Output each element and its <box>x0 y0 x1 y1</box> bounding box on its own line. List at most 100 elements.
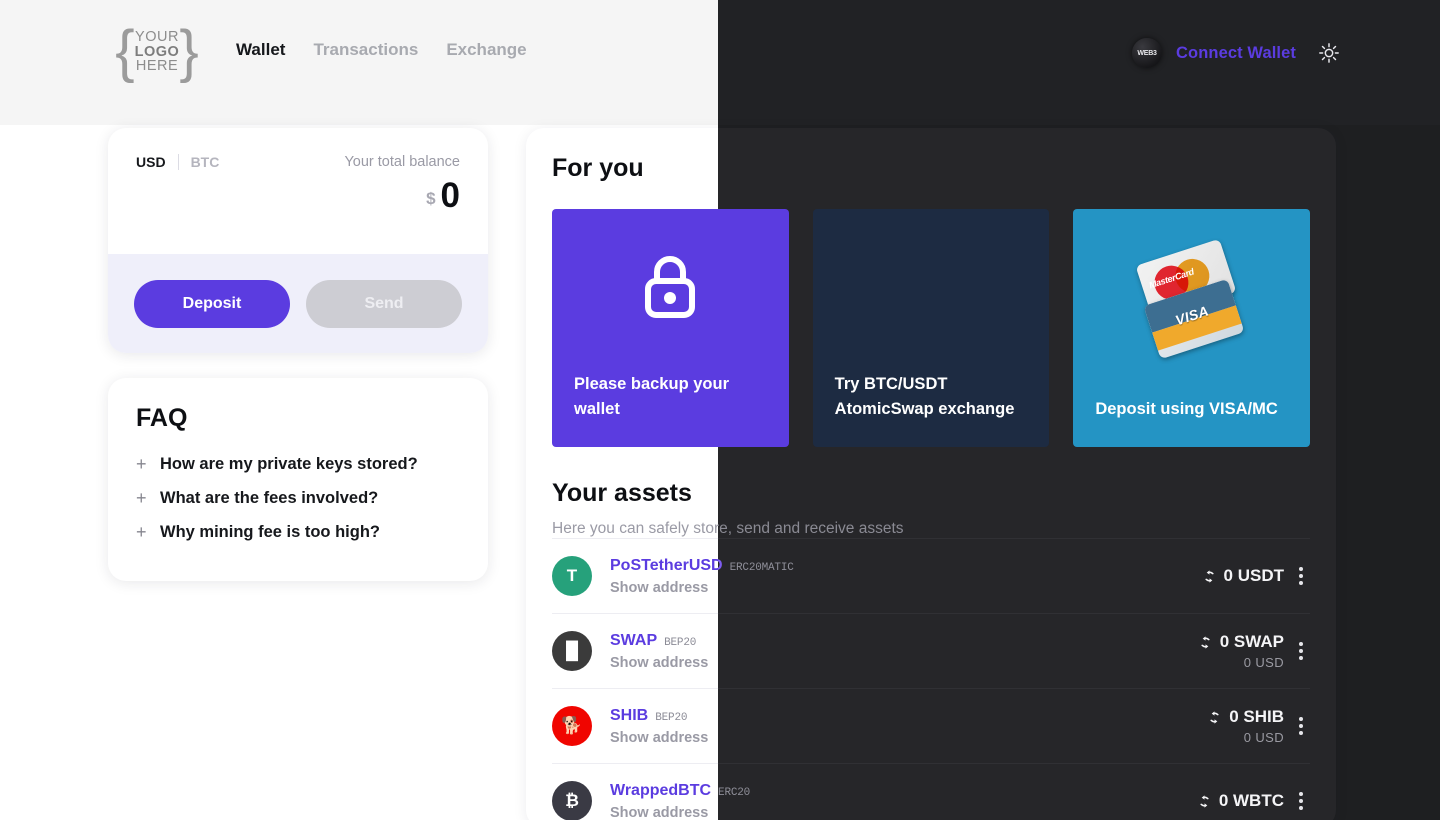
logo-brace-right: } <box>179 19 199 84</box>
refresh-icon[interactable] <box>1202 569 1217 584</box>
asset-fiat-value: 0 USD <box>1243 655 1284 670</box>
show-address-link[interactable]: Show address <box>610 655 708 671</box>
swap-coin-icon: ▐▌ <box>552 631 592 671</box>
row-menu-button[interactable] <box>1292 567 1310 585</box>
balance-card-actions: Deposit Send <box>108 254 488 353</box>
main-nav: Wallet Transactions Exchange <box>236 40 527 60</box>
asset-info: WrappedBTC ERC20 Show address <box>718 782 750 820</box>
asset-amount: 0 SHIB <box>1229 707 1284 726</box>
shiba-coin-icon: 🐕 <box>552 706 592 746</box>
asset-info: SWAP BEP20 Show address <box>610 632 708 671</box>
nav-item-wallet[interactable]: Wallet <box>236 40 285 60</box>
row-menu-button[interactable] <box>1292 642 1310 660</box>
currency-option-btc[interactable]: BTC <box>191 154 220 170</box>
asset-name: PoSTetherUSD <box>610 556 723 574</box>
faq-item-label: What are the fees involved? <box>160 488 379 507</box>
assets-subtitle: Here you can safely store, send and rece… <box>718 520 904 537</box>
balance-card-top: USD BTC Your total balance $ 0 <box>108 128 488 254</box>
sun-icon[interactable] <box>1318 42 1340 64</box>
app-root: { YOUR LOGO HERE } Wallet Transactions E… <box>0 0 1440 820</box>
asset-name: PoSTetherUSD <box>718 557 723 575</box>
plus-icon: + <box>136 453 147 474</box>
asset-amount: 0 WBTC <box>1218 791 1284 810</box>
logo-text: YOUR LOGO HERE <box>135 30 180 74</box>
refresh-icon[interactable] <box>1198 635 1213 650</box>
refresh-icon[interactable] <box>1197 794 1212 809</box>
promo-card-visa-mc[interactable]: MasterCard VISA Deposit using VISA/MC <box>1073 209 1311 447</box>
logo-brace-left: { <box>115 19 135 84</box>
asset-fiat-value: 0 USD <box>1243 730 1284 745</box>
asset-chain-tag: ERC20MATIC <box>729 561 794 574</box>
assets-title: Your assets <box>718 479 1310 508</box>
logo-line-1: YOUR <box>135 28 179 45</box>
asset-info: PoSTetherUSD ERC20MATIC Show address <box>718 557 794 596</box>
faq-item-label: Why mining fee is too high? <box>160 522 380 541</box>
balance-card: USD BTC Your total balance $ 0 Deposit S… <box>108 128 488 353</box>
faq-item-1[interactable]: + What are the fees involved? <box>136 481 460 515</box>
faq-card: FAQ + How are my private keys stored? + … <box>108 378 488 581</box>
balance-label: Your total balance <box>344 154 460 170</box>
logo-line-2: LOGO <box>134 43 180 60</box>
dark-theme-content: { YOUR LOGO HERE } Wallet Transactions E… <box>718 0 1440 820</box>
faq-item-0[interactable]: + How are my private keys stored? <box>136 447 460 481</box>
logo[interactable]: { YOUR LOGO HERE } <box>112 18 202 86</box>
asset-balance: 0 WBTC <box>1197 791 1292 811</box>
logo-line-3: HERE <box>135 58 179 75</box>
for-you-title: For you <box>718 154 1310 183</box>
asset-name: WrappedBTC <box>610 781 712 799</box>
plus-icon: + <box>136 521 147 542</box>
lock-icon <box>718 251 789 323</box>
web3-badge-label: WEB3 <box>1137 49 1157 57</box>
wrapped-btc-coin-icon: ₿ <box>552 781 592 820</box>
deposit-button[interactable]: Deposit <box>134 279 290 328</box>
currency-option-usd[interactable]: USD <box>136 154 166 170</box>
balance-amount: 0 <box>440 176 460 215</box>
table-row[interactable]: ₿ WrappedBTC ERC20 Show address <box>718 763 1310 820</box>
asset-amount: 0 SWAP <box>1219 632 1284 651</box>
asset-name: SWAP <box>610 631 658 649</box>
asset-balance: 0 USDT <box>1202 566 1292 586</box>
asset-balance: 0 SHIB 0 USD <box>1207 707 1292 745</box>
send-button[interactable]: Send <box>306 279 462 328</box>
dark-theme-overlay: { YOUR LOGO HERE } Wallet Transactions E… <box>718 0 1440 820</box>
promo-card-backup-wallet[interactable]: Please backup your wallet <box>718 209 789 447</box>
nav-item-exchange[interactable]: Exchange <box>446 40 526 60</box>
table-row[interactable]: 🐕 SHIB BEP20 Show address <box>718 688 1310 763</box>
nav-item-transactions[interactable]: Transactions <box>313 40 418 60</box>
faq-title: FAQ <box>136 404 188 432</box>
show-address-link[interactable]: Show address <box>718 805 750 820</box>
for-you-cards: Please backup your wallet Try BTC/USDT A… <box>718 209 1311 447</box>
show-address-link[interactable]: Show address <box>718 580 794 596</box>
connect-wallet-button[interactable]: Connect Wallet <box>1176 44 1296 63</box>
asset-chain-tag: ERC20 <box>718 786 751 799</box>
promo-card-atomicswap[interactable]: Try BTC/USDT AtomicSwap exchange <box>812 209 1050 447</box>
dark-header-actions: WEB3 Connect Wallet <box>1132 38 1340 68</box>
promo-card-label: Deposit using VISA/MC <box>1095 400 1278 419</box>
assets-header: Your assets Here you can safely store, s… <box>718 479 1310 538</box>
web3-badge-icon: WEB3 <box>1132 38 1163 68</box>
dark-main-panel: For you Please backup your wallet <box>718 128 1336 820</box>
dark-app-header: { YOUR LOGO HERE } Wallet Transactions E… <box>718 0 1440 105</box>
promo-card-label: Try BTC/USDT AtomicSwap exchange <box>834 374 1015 419</box>
asset-chain-tag: BEP20 <box>664 636 697 649</box>
faq-item-2[interactable]: + Why mining fee is too high? <box>136 515 460 549</box>
tether-coin-icon: T <box>552 556 592 596</box>
asset-name: SHIB <box>610 706 649 724</box>
balance-currency-symbol: $ <box>426 189 436 208</box>
show-address-link[interactable]: Show address <box>610 730 708 746</box>
table-row[interactable]: ▐▌ SWAP BEP20 Show address <box>718 613 1310 688</box>
asset-amount: 0 USDT <box>1223 566 1284 585</box>
currency-divider <box>177 154 179 170</box>
asset-balance: 0 SWAP 0 USD <box>1198 632 1292 670</box>
credit-cards-icon: MasterCard VISA <box>1073 238 1310 360</box>
row-menu-button[interactable] <box>1292 717 1310 735</box>
table-row[interactable]: T PoSTetherUSD ERC20MATIC Show address <box>718 538 1310 613</box>
plus-icon: + <box>136 487 147 508</box>
faq-item-label: How are my private keys stored? <box>160 454 418 473</box>
asset-chain-tag: BEP20 <box>655 711 688 724</box>
refresh-icon[interactable] <box>1207 710 1222 725</box>
promo-card-label: Please backup your wallet <box>718 374 729 393</box>
balance-value: $ 0 <box>426 178 460 213</box>
row-menu-button[interactable] <box>1292 792 1310 810</box>
asset-info: SHIB BEP20 Show address <box>610 707 708 746</box>
